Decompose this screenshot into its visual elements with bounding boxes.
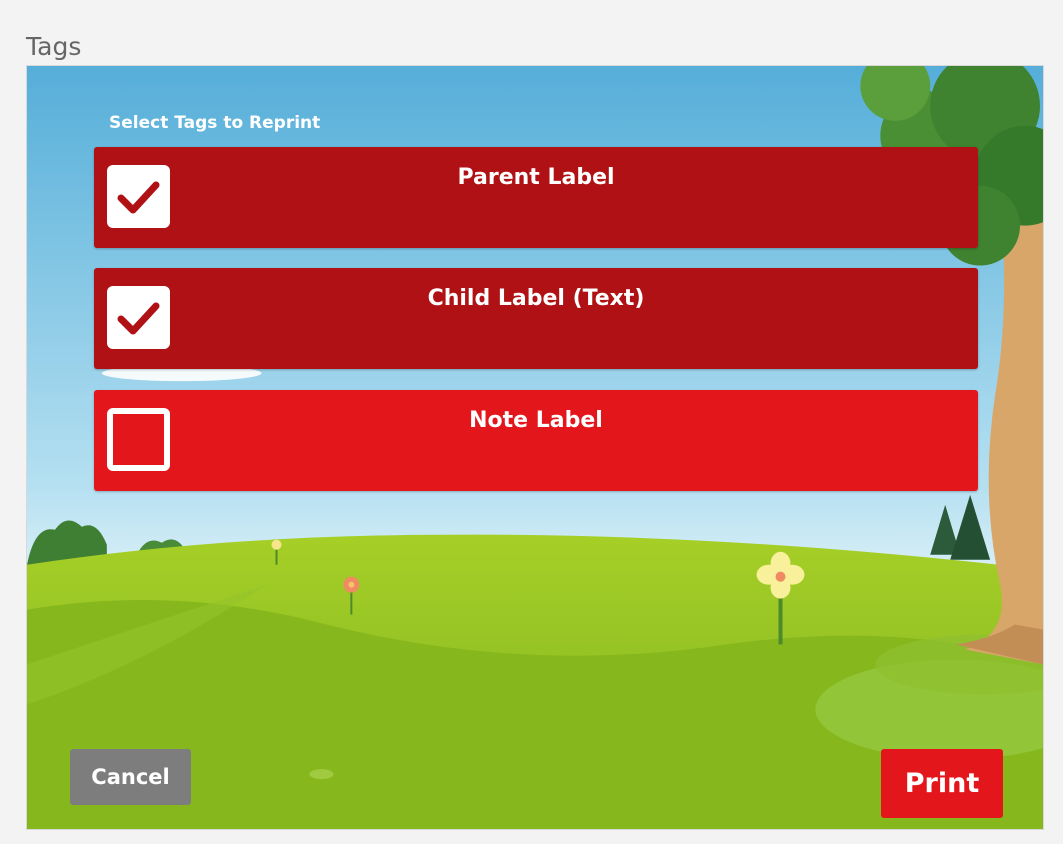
print-button[interactable]: Print (881, 749, 1003, 818)
tag-row-child-label[interactable]: Child Label (Text) (94, 268, 978, 369)
tag-label: Parent Label (457, 165, 615, 190)
tag-row-parent-label[interactable]: Parent Label (94, 147, 978, 248)
checkin-panel: Select Tags to Reprint Parent Label Chil… (26, 65, 1044, 830)
tag-row-note-label[interactable]: Note Label (94, 390, 978, 491)
tag-label: Child Label (Text) (427, 286, 645, 311)
page-title: Tags (26, 32, 82, 61)
cancel-button[interactable]: Cancel (70, 749, 191, 805)
section-title: Select Tags to Reprint (109, 113, 321, 133)
tag-label: Note Label (469, 408, 603, 433)
